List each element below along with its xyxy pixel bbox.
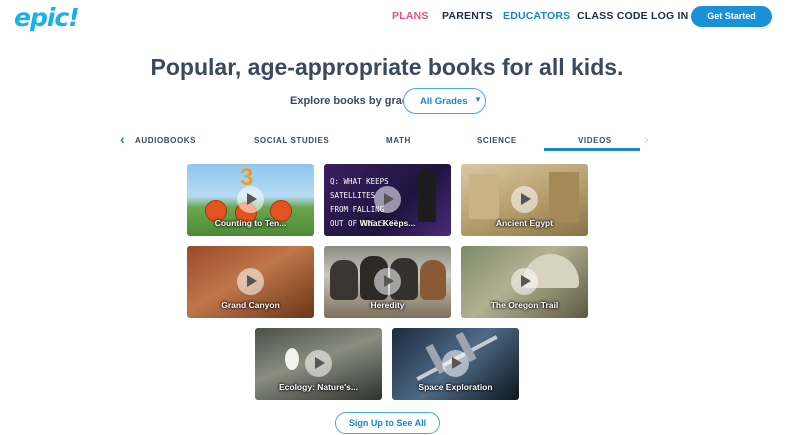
video-tile-oregon-trail[interactable]: The Oregon Trail xyxy=(461,246,588,318)
epic-logo[interactable]: epic! xyxy=(14,3,80,32)
video-tile-ecology[interactable]: Ecology: Nature's... xyxy=(255,328,382,400)
header: epic! PLANS PARENTS EDUCATORS CLASS CODE… xyxy=(0,0,800,36)
presenter-image xyxy=(418,170,436,222)
video-tile-heredity[interactable]: Heredity xyxy=(324,246,451,318)
video-title: Ancient Egypt xyxy=(495,218,554,228)
play-icon xyxy=(511,268,538,295)
bird-image xyxy=(285,348,299,370)
play-icon xyxy=(511,186,538,213)
video-title: What Keeps... xyxy=(359,218,416,228)
video-title: Grand Canyon xyxy=(221,300,280,310)
chevron-left-icon[interactable]: ‹ xyxy=(120,132,125,146)
play-icon xyxy=(237,268,264,295)
video-title: The Oregon Trail xyxy=(490,300,559,310)
page-headline: Popular, age-appropriate books for all k… xyxy=(150,54,624,80)
nav-parents-link[interactable]: PARENTS xyxy=(442,10,493,22)
grade-select-value: All Grades xyxy=(420,96,468,107)
nav-class-code-link[interactable]: CLASS CODE xyxy=(577,10,648,22)
sign-up-to-see-all-button[interactable]: Sign Up to See All xyxy=(335,412,440,434)
grade-select[interactable]: All Grades ▼ xyxy=(403,88,486,114)
video-title: Counting to Ten... xyxy=(214,218,287,228)
active-tab-indicator xyxy=(544,148,640,151)
statue-image xyxy=(549,172,579,222)
tab-math[interactable]: MATH xyxy=(386,136,411,145)
tab-social-studies[interactable]: SOCIAL STUDIES xyxy=(254,136,329,145)
video-tile-what-keeps[interactable]: Q: WHAT KEEPS SATELLITES FROM FALLING OU… xyxy=(324,164,451,236)
play-icon xyxy=(374,186,401,213)
get-started-button[interactable]: Get Started xyxy=(691,6,772,27)
play-icon xyxy=(305,350,332,377)
tab-audiobooks[interactable]: AUDIOBOOKS xyxy=(135,136,196,145)
play-icon xyxy=(237,186,264,213)
video-title: Heredity xyxy=(370,300,405,310)
puppy-image xyxy=(420,260,446,300)
video-title: Space Exploration xyxy=(418,382,493,392)
chevron-right-icon[interactable]: › xyxy=(644,132,649,146)
caret-down-icon: ▼ xyxy=(474,95,482,104)
nav-educators-link[interactable]: EDUCATORS xyxy=(503,10,570,22)
video-tile-counting[interactable]: 3 Counting to Ten... xyxy=(187,164,314,236)
video-title: Ecology: Nature's... xyxy=(278,382,358,392)
nav-plans-link[interactable]: PLANS xyxy=(392,10,429,22)
grade-filter-label: Explore books by grade: xyxy=(290,95,419,107)
tab-videos[interactable]: VIDEOS xyxy=(578,136,612,145)
video-tile-grand-canyon[interactable]: Grand Canyon xyxy=(187,246,314,318)
play-icon xyxy=(442,350,469,377)
statue-image xyxy=(469,174,499,219)
nav-login-link[interactable]: LOG IN xyxy=(651,10,688,22)
tab-science[interactable]: SCIENCE xyxy=(477,136,517,145)
puppy-image xyxy=(330,260,358,300)
video-tile-ancient-egypt[interactable]: Ancient Egypt xyxy=(461,164,588,236)
video-tile-space-exploration[interactable]: Space Exploration xyxy=(392,328,519,400)
play-icon xyxy=(374,268,401,295)
